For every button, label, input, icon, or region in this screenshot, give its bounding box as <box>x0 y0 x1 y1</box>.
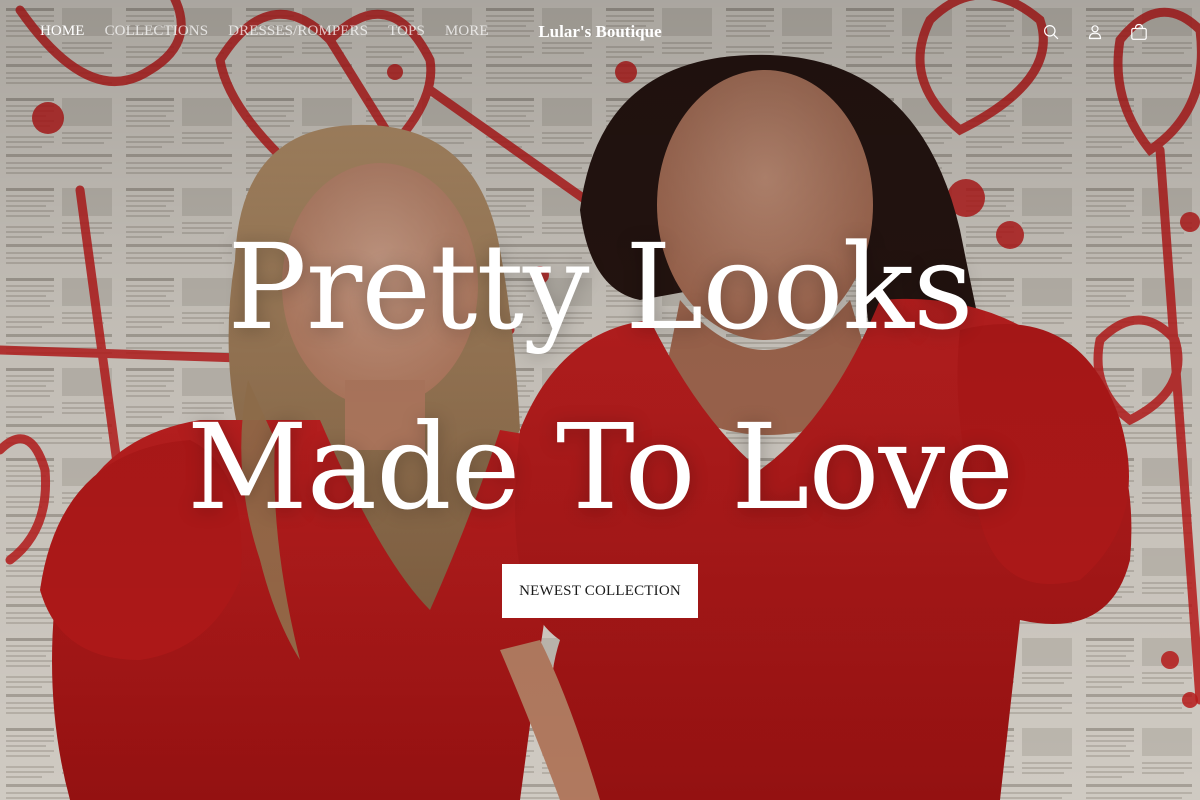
brand-logo[interactable]: Lular's Boutique <box>538 22 661 41</box>
account-icon[interactable] <box>1086 22 1104 42</box>
hero-headline: Pretty Looks Made To Love <box>0 228 1200 526</box>
site-header: HOME COLLECTIONS DRESSES/ROMPERS TOPS MO… <box>0 0 1200 64</box>
newest-collection-button[interactable]: NEWEST COLLECTION <box>502 564 698 618</box>
hero-headline-line-2: Made To Love <box>186 398 1014 536</box>
hero-headline-line-1: Pretty Looks <box>227 218 973 356</box>
hero-section: HOME COLLECTIONS DRESSES/ROMPERS TOPS MO… <box>0 0 1200 800</box>
cart-icon[interactable] <box>1130 22 1148 42</box>
brand-container: Lular's Boutique <box>0 22 1200 42</box>
header-icons <box>1042 22 1148 42</box>
search-icon[interactable] <box>1042 22 1060 42</box>
